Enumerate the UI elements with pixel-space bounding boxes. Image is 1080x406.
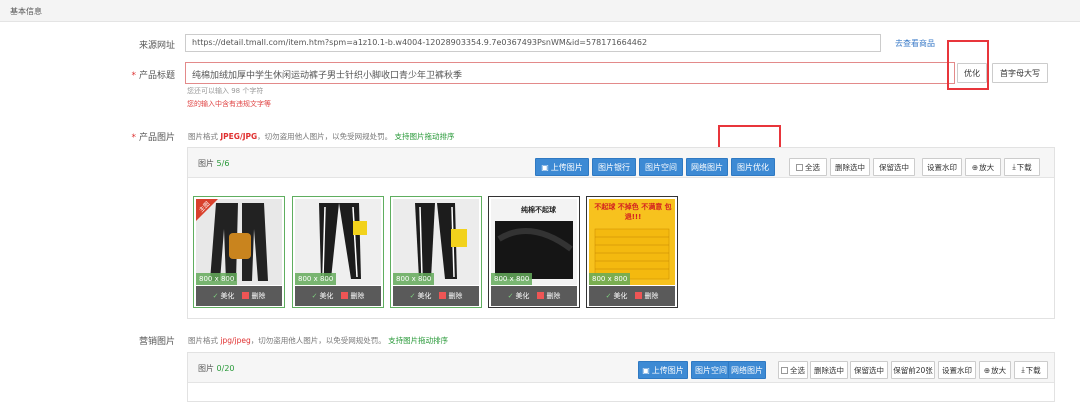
network-image-button[interactable]: 网络图片: [686, 158, 728, 176]
zoom-button[interactable]: ⊕ 放大: [965, 158, 1001, 176]
keep-selected-button[interactable]: 保留选中: [873, 158, 915, 176]
image-size-label: 800 x 800: [491, 273, 533, 285]
source-url-label: 来源网址: [138, 41, 175, 51]
delete-image-button[interactable]: 删除: [242, 291, 265, 301]
beautify-button[interactable]: ✓ 美化: [410, 291, 432, 301]
marketing-zoom-button[interactable]: ⊕ 放大: [979, 361, 1011, 379]
image-space-button[interactable]: 图片空间: [639, 158, 683, 176]
magnifier-icon: ⊕: [971, 162, 979, 172]
delete-icon: [439, 292, 447, 299]
product-thumbnail-1[interactable]: 主图 800 x 800 ✓ 美化 删除: [193, 196, 285, 308]
delete-image-button[interactable]: 删除: [635, 291, 658, 301]
image-size-label: 800 x 800: [196, 273, 238, 285]
marketing-images-panel: 图片 0/20 ▣ 上传图片 图片空间 网络图片 全选 删除选中 保留选中 保留前…: [187, 352, 1055, 402]
download-button[interactable]: ⤓ 下载: [1004, 158, 1040, 176]
product-thumbnail-2[interactable]: 800 x 800 ✓ 美化 删除: [292, 196, 384, 308]
product-title-input[interactable]: 纯棉加绒加厚中学生休闲运动裤子男士针织小脚收口青少年卫裤秋季: [185, 62, 955, 84]
marketing-image-space-button[interactable]: 图片空间: [691, 361, 731, 379]
product-images-toolbar: 图片 5/6 ▣ 上传图片 图片银行 图片空间 网络图片 图片优化 全选 删除选中…: [188, 148, 1054, 178]
product-thumbnail-4[interactable]: 纯棉不起球 800 x 800 ✓ 美化 删除: [488, 196, 580, 308]
image-size-label: 800 x 800: [393, 273, 435, 285]
product-images-format-hint: 图片格式 JPEG/JPG，切勿盗用他人图片，以免受网规处罚。 支持图片拖动排序: [188, 132, 455, 141]
delete-image-button[interactable]: 删除: [341, 291, 364, 301]
thumbnail-actions: ✓ 美化 删除: [393, 286, 479, 306]
source-url-input[interactable]: https://detail.tmall.com/item.htm?spm=a1…: [185, 34, 881, 52]
select-all-button[interactable]: 全选: [789, 158, 827, 176]
marketing-images-toolbar: 图片 0/20 ▣ 上传图片 图片空间 网络图片 全选 删除选中 保留选中 保留前…: [188, 353, 1054, 383]
delete-icon: [537, 292, 545, 299]
section-title: 基本信息: [10, 7, 42, 16]
image-size-label: 800 x 800: [295, 273, 337, 285]
view-product-link[interactable]: 去查看商品: [895, 38, 935, 49]
check-icon: ✓: [212, 292, 219, 300]
upload-image-button[interactable]: ▣ 上传图片: [535, 158, 589, 176]
marketing-select-all-button[interactable]: 全选: [778, 361, 808, 379]
delete-icon: [341, 292, 349, 299]
check-icon: ✓: [605, 292, 612, 300]
marketing-images-label: 营销图片: [138, 337, 175, 347]
checkbox-icon: [796, 163, 803, 171]
beautify-button[interactable]: ✓ 美化: [606, 291, 628, 301]
image-icon: ▣: [541, 162, 549, 172]
delete-image-button[interactable]: 删除: [439, 291, 462, 301]
marketing-download-button[interactable]: ⤓ 下载: [1014, 361, 1048, 379]
checkbox-icon: [781, 366, 788, 374]
product-title-label: * 产品标题: [131, 71, 175, 81]
magnifier-icon: ⊕: [983, 365, 991, 375]
capitalize-button[interactable]: 首字母大写: [992, 63, 1048, 83]
marketing-upload-button[interactable]: ▣ 上传图片: [638, 361, 688, 379]
delete-icon: [242, 292, 250, 299]
image-size-label: 800 x 800: [589, 273, 631, 285]
download-icon: ⤓: [1012, 162, 1016, 171]
keep-first-20-button[interactable]: 保留前20张: [891, 361, 935, 379]
thumbnail-actions: ✓ 美化 删除: [196, 286, 282, 306]
image-icon: ▣: [642, 365, 650, 375]
product-thumbnail-5[interactable]: 不起球 不掉色 不满意 包退!!! 800 x 800 ✓ 美化 删除: [586, 196, 678, 308]
highlight-box-optimize: [947, 40, 989, 90]
image-bank-button[interactable]: 图片银行: [592, 158, 636, 176]
thumbnail-actions: ✓ 美化 删除: [589, 286, 675, 306]
watermark-button[interactable]: 设置水印: [922, 158, 962, 176]
delete-icon: [635, 292, 643, 299]
marketing-watermark-button[interactable]: 设置水印: [938, 361, 976, 379]
check-icon: ✓: [311, 292, 318, 300]
thumbnail-actions: ✓ 美化 删除: [295, 286, 381, 306]
product-thumbnail-3[interactable]: 800 x 800 ✓ 美化 删除: [390, 196, 482, 308]
violation-hint: 您的输入中含有违规文字等: [187, 100, 271, 108]
delete-selected-button[interactable]: 删除选中: [830, 158, 870, 176]
marketing-delete-selected-button[interactable]: 删除选中: [810, 361, 848, 379]
delete-image-button[interactable]: 删除: [537, 291, 560, 301]
beautify-button[interactable]: ✓ 美化: [213, 291, 235, 301]
image-optimize-button[interactable]: 图片优化: [731, 158, 775, 176]
beautify-button[interactable]: ✓ 美化: [508, 291, 530, 301]
marketing-images-format-hint: 图片格式 jpg/jpeg，切勿盗用他人图片，以免受网规处罚。 支持图片拖动排序: [188, 336, 449, 345]
check-icon: ✓: [409, 292, 416, 300]
marketing-network-image-button[interactable]: 网络图片: [728, 361, 766, 379]
product-images-count: 图片 5/6: [198, 159, 230, 168]
section-header: 基本信息: [0, 0, 1080, 22]
promo-text: 不起球 不掉色 不满意 包退!!!: [594, 203, 672, 221]
product-images-label: * 产品图片: [131, 133, 175, 143]
beautify-button[interactable]: ✓ 美化: [312, 291, 334, 301]
marketing-images-count: 图片 0/20: [198, 364, 235, 373]
marketing-keep-selected-button[interactable]: 保留选中: [850, 361, 888, 379]
check-icon: ✓: [507, 292, 514, 300]
promo-text: 纯棉不起球: [521, 206, 556, 214]
char-count-hint: 您还可以输入 98 个字符: [187, 87, 264, 95]
download-icon: ⤓: [1021, 365, 1025, 374]
thumbnail-actions: ✓ 美化 删除: [491, 286, 577, 306]
